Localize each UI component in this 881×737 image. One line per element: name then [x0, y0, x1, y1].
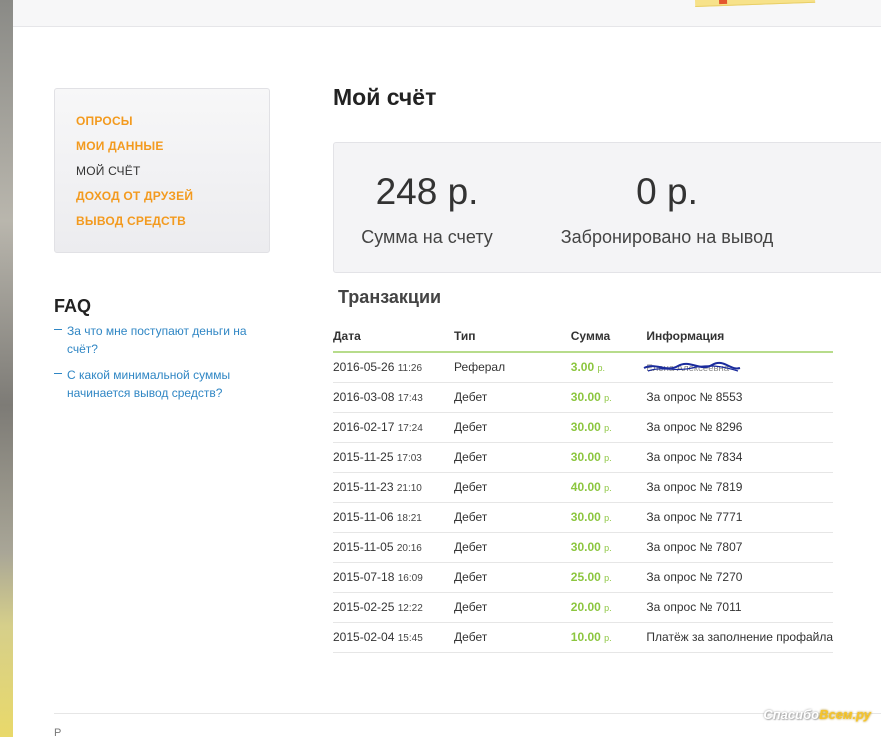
cell-sum: 3.00 р. — [570, 352, 647, 383]
column-header-type: Тип — [454, 320, 571, 353]
faq-item: За что мне поступают деньги на счёт? — [54, 322, 264, 358]
cell-type: Реферал — [454, 352, 571, 383]
cell-date: 2016-05-26 11:26 — [333, 352, 455, 383]
cell-type: Дебет — [454, 532, 571, 563]
cell-sum: 20.00 р. — [570, 592, 647, 623]
cell-time: 17:43 — [397, 393, 423, 404]
cell-time: 11:26 — [397, 363, 423, 375]
cell-time: 20:16 — [396, 543, 422, 554]
cell-date: 2015-11-23 21:10 — [333, 472, 455, 503]
watermark-part2: Всем.ру — [819, 707, 871, 722]
page-title: Мой счёт — [333, 84, 437, 110]
table-header-row: Дата Тип Сумма Информация — [333, 320, 833, 353]
cell-sum: 25.00 р. — [570, 562, 647, 593]
table-row: 2016-05-26 11:26 Реферал 3.00 р. Елена А… — [333, 352, 833, 383]
cell-time: 18:21 — [396, 513, 422, 524]
cell-date: 2016-02-17 17:24 — [333, 412, 455, 443]
footer-divider — [54, 713, 881, 714]
table-row: 2015-11-06 18:21 Дебет 30.00 р. За опрос… — [333, 502, 833, 533]
faq-link-min-withdrawal[interactable]: С какой минимальной суммы начинается выв… — [67, 368, 230, 400]
cell-date: 2015-07-18 16:09 — [333, 562, 455, 593]
faq-list: За что мне поступают деньги на счёт? С к… — [54, 322, 264, 410]
cell-type: Дебет — [454, 622, 571, 653]
column-header-date: Дата — [333, 320, 455, 353]
cell-info: За опрос № 8296 — [646, 412, 833, 443]
cell-sum: 30.00 р. — [570, 412, 647, 443]
table-row: 2015-11-23 21:10 Дебет 40.00 р. За опрос… — [333, 472, 833, 503]
balance-caption: Сумма на счету — [361, 227, 493, 247]
cell-type: Дебет — [454, 472, 571, 503]
photo-background-edge — [0, 0, 13, 737]
cell-sum: 30.00 р. — [570, 382, 647, 413]
footer-text-partial: Р — [54, 727, 62, 737]
cell-sum: 40.00 р. — [570, 472, 647, 503]
cell-date: 2016-03-08 17:43 — [333, 382, 455, 413]
cell-date: 2015-11-05 20:16 — [333, 532, 455, 563]
sidebar-menu: ОПРОСЫ МОИ ДАННЫЕ МОЙ СЧЁТ ДОХОД ОТ ДРУЗ… — [54, 88, 270, 253]
watermark-part1: Спасибо — [763, 707, 820, 722]
cell-info: За опрос № 7771 — [646, 502, 833, 533]
sidebar-item-surveys[interactable]: ОПРОСЫ — [76, 111, 269, 136]
table-row: 2016-02-17 17:24 Дебет 30.00 р. За опрос… — [333, 412, 833, 443]
cell-time: 17:24 — [397, 423, 423, 434]
cell-date: 2015-02-04 15:45 — [333, 622, 455, 653]
cell-time: 15:45 — [397, 633, 423, 644]
table-row: 2015-02-25 12:22 Дебет 20.00 р. За опрос… — [333, 592, 833, 623]
faq-title: FAQ — [54, 296, 92, 316]
table-row: 2015-02-04 15:45 Дебет 10.00 р. Платёж з… — [333, 622, 833, 653]
balance-panel: 248 р. Сумма на счету 0 р. Забронировано… — [333, 142, 881, 273]
cell-info: За опрос № 7834 — [646, 442, 833, 473]
cell-date: 2015-11-06 18:21 — [333, 502, 455, 533]
cell-type: Дебет — [454, 442, 571, 473]
cell-sum: 10.00 р. — [570, 622, 647, 653]
sidebar-item-my-data[interactable]: МОИ ДАННЫЕ — [76, 136, 269, 161]
watermark: СпасибоВсем.ру — [763, 707, 871, 722]
cell-time: 17:03 — [396, 453, 422, 464]
reserved-amount: 0 р. — [636, 171, 698, 212]
cell-date: 2015-02-25 12:22 — [333, 592, 455, 623]
cell-type: Дебет — [454, 592, 571, 623]
cell-info: За опрос № 7819 — [646, 472, 833, 503]
reserved-caption: Забронировано на вывод — [560, 227, 774, 247]
column-header-info: Информация — [646, 320, 833, 353]
sidebar-item-referral-income[interactable]: ДОХОД ОТ ДРУЗЕЙ — [76, 186, 269, 211]
transactions-title: Транзакции — [338, 287, 442, 307]
cell-sum: 30.00 р. — [570, 442, 647, 473]
cell-type: Дебет — [454, 502, 571, 533]
redacted-referral-name: Елена Алексеевна — [643, 362, 741, 374]
cell-type: Дебет — [454, 412, 571, 443]
cell-date: 2015-11-25 17:03 — [333, 442, 455, 473]
column-header-sum: Сумма — [570, 320, 647, 353]
table-row: 2016-03-08 17:43 Дебет 30.00 р. За опрос… — [333, 382, 833, 413]
cell-info: За опрос № 8553 — [646, 382, 833, 413]
cell-info: За опрос № 7011 — [646, 592, 833, 623]
cell-time: 12:22 — [397, 603, 423, 614]
faq-item: С какой минимальной суммы начинается выв… — [54, 366, 264, 402]
table-row: 2015-11-05 20:16 Дебет 30.00 р. За опрос… — [333, 532, 833, 563]
balance-amount: 248 р. — [375, 171, 479, 212]
sidebar-item-my-account[interactable]: МОЙ СЧЁТ — [76, 161, 269, 186]
faq-link-why-money[interactable]: За что мне поступают деньги на счёт? — [67, 324, 247, 356]
cell-type: Дебет — [454, 382, 571, 413]
cell-info: За опрос № 7270 — [646, 562, 833, 593]
cell-info: За опрос № 7807 — [646, 532, 833, 563]
table-row: 2015-11-25 17:03 Дебет 30.00 р. За опрос… — [333, 442, 833, 473]
cell-info: Елена Алексеевна — [643, 352, 833, 383]
cell-sum: 30.00 р. — [570, 502, 647, 533]
cell-type: Дебет — [454, 562, 571, 593]
cell-sum: 30.00 р. — [570, 532, 647, 563]
sidebar-item-withdrawal[interactable]: ВЫВОД СРЕДСТВ — [76, 211, 269, 236]
reserved-block: 0 р. Забронировано на вывод — [552, 169, 782, 248]
cell-info: Платёж за заполнение профайла — [646, 622, 833, 653]
cell-time: 21:10 — [396, 483, 422, 494]
scribble-redaction-icon — [643, 362, 741, 372]
balance-block: 248 р. Сумма на счету — [352, 169, 502, 248]
table-row: 2015-07-18 16:09 Дебет 25.00 р. За опрос… — [333, 562, 833, 593]
cell-time: 16:09 — [397, 573, 423, 584]
transactions-table: Дата Тип Сумма Информация 2016-05-26 11:… — [333, 320, 833, 653]
